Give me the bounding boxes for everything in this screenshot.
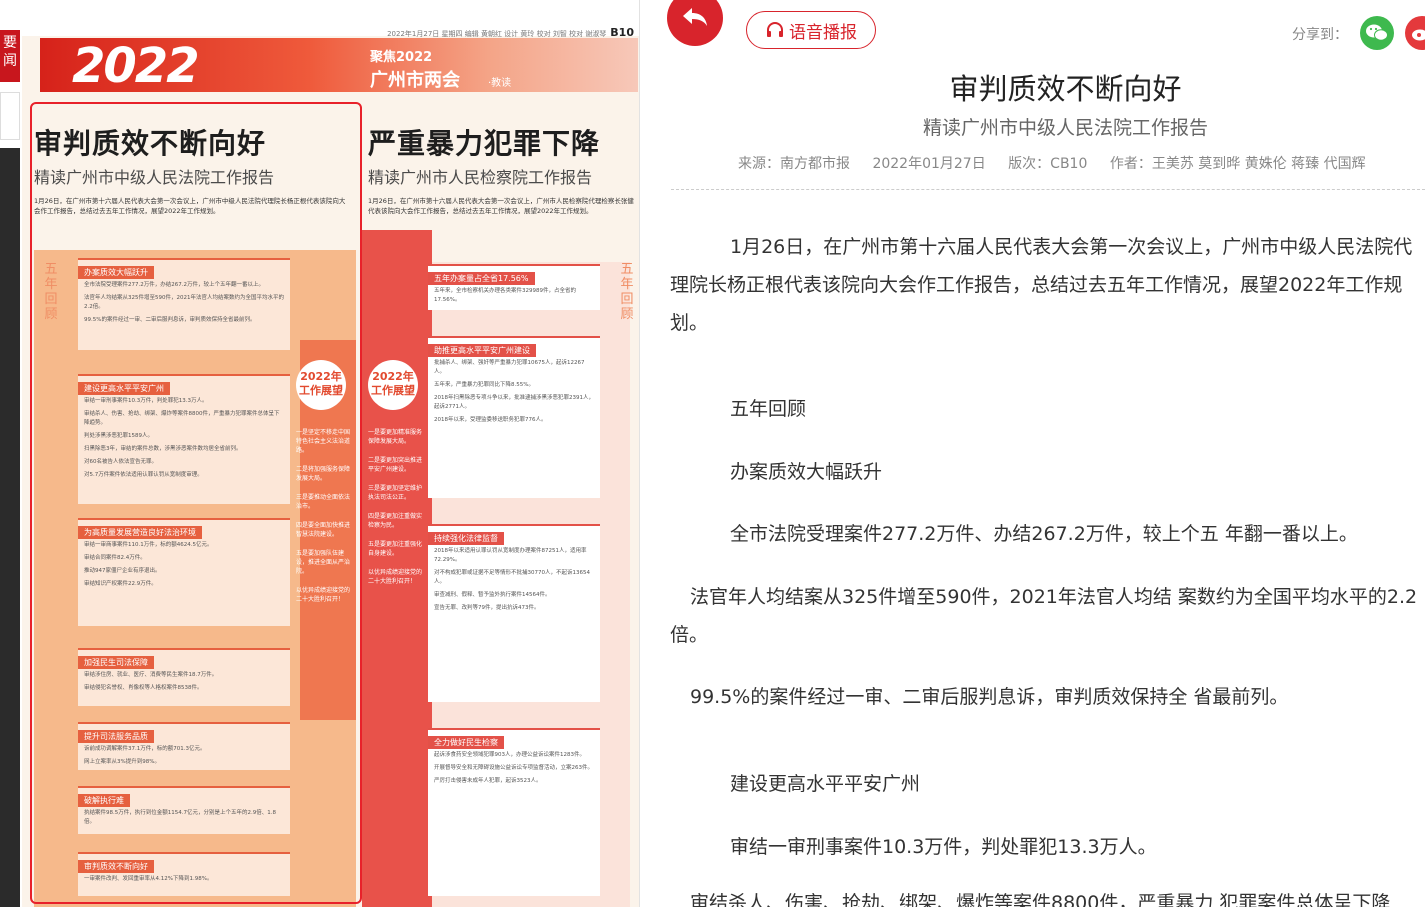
section-line: 五年来，全市检察机关办理各类案件329989件，占全省的17.56%。	[434, 288, 576, 303]
section-line: 2018年以来，受理监委移送职务犯罪776人。	[434, 417, 547, 423]
paper-banner: 2022 聚焦2022 广州市两会 ·教读	[40, 38, 638, 94]
right-section-2: 助推更高水平平安广州建设 批捕杀人、绑架、强奸等严重暴力犯罪10675人，起诉1…	[428, 336, 600, 498]
article-paragraph: 法官年人均结案从325件增至590件，2021年法官人均结 案数约为全国平均水平…	[670, 586, 1418, 646]
banner-subtitle-reading: ·教读	[488, 78, 512, 89]
section-line: 五年来，严重暴力犯罪同比下降8.55%。	[434, 382, 534, 388]
section-line: 对不构成犯罪或证据不足等情形不批捕30770人，不起诉13654人。	[434, 570, 590, 585]
article-section-heading: 办案质效大幅跃升	[730, 461, 883, 483]
weibo-icon	[1412, 29, 1425, 41]
paper-header: 2022年1月27日 星期四 编辑 黄朝红 设计 黄玲 校对 刘智 校对 谢淑琴…	[22, 0, 639, 39]
right-section-1: 五年办案量占全省17.56% 五年来，全市检察机关办理各类案件329989件，占…	[428, 264, 600, 310]
article-meta: 来源：南方都市报 2022年01月27日 版次：CB10 作者：王美苏 莫到晔 …	[738, 153, 1384, 173]
banner-subtitle-sessions: 广州市两会	[370, 70, 460, 91]
article-subtitle: 精读广州市中级人民法院工作报告	[922, 117, 1208, 139]
right-headline: 严重暴力犯罪下降	[368, 127, 601, 160]
wechat-icon	[1366, 24, 1388, 41]
section-heading: 五年办案量占全省17.56%	[428, 272, 535, 285]
nav-tab-news[interactable]: 要闻	[0, 30, 20, 82]
nav-tab-blank[interactable]	[0, 92, 20, 140]
back-arrow-icon	[683, 8, 707, 26]
meta-edition: 版次：CB10	[1008, 156, 1088, 172]
section-line: 2018年扫黑除恶专项斗争以来，批准逮捕涉黑涉恶犯罪2391人，起诉2771人。	[434, 395, 594, 410]
section-line: 审查减刑、假释、暂予监外执行案件14564件。	[434, 592, 551, 598]
right-outlook-badge: 2022年工作展望	[368, 360, 418, 410]
meta-authors: 作者：王美苏 莫到晔 黄姝伦 蒋臻 代国辉	[1109, 156, 1366, 172]
right-section-3: 持续强化法律监督 2018年以来适用认罪认罚从宽制度办理案件87251人，适用率…	[428, 524, 600, 702]
banner-subtitle-focus: 聚焦2022	[370, 50, 433, 65]
article-section-heading: 五年回顾	[730, 398, 807, 420]
outlook-note: 四是要更加注重做实检察为民。	[368, 513, 423, 529]
back-button[interactable]	[667, 0, 723, 46]
outlook-note: 五是要更加注重强化自身建设。	[368, 541, 423, 557]
left-nav-dark-panel	[0, 148, 20, 907]
right-outlook-notes: 一是要更加精准服务保障发展大局。 二是要更加突出推进平安广州建设。 三是要更加坚…	[368, 428, 422, 586]
section-line: 宣告无罪、改判等79件，提出抗诉473件。	[434, 605, 540, 611]
right-article-column: 严重暴力犯罪下降 精读广州市人民检察院工作报告 1月26日，在广州市第十六届人民…	[368, 122, 638, 216]
section-heading: 助推更高水平平安广州建设	[428, 344, 536, 357]
meta-date: 2022年01月27日	[872, 156, 986, 172]
article-paragraph: 审结一审刑事案件10.3万件，判处罪犯13.3万人。	[730, 836, 1157, 858]
outlook-note: 二是要更加突出推进平安广州建设。	[368, 457, 423, 473]
article-paragraph: 1月26日，在广州市第十六届人民代表大会第一次会议上，广州市中级人民法院代理院长…	[670, 236, 1413, 334]
outlook-note: 一是要更加精准服务保障发展大局。	[368, 429, 423, 445]
share-wechat-button[interactable]	[1360, 16, 1394, 50]
article-panel: 语音播报 分享到： 审判质效不断向好 精读广州市中级人民法院工作报告 来源：南方…	[641, 0, 1425, 907]
article-title: 审判质效不断向好	[949, 72, 1182, 106]
article-highlight-box[interactable]	[30, 102, 362, 904]
voice-broadcast-label: 语音播报	[789, 22, 857, 43]
section-line: 批捕杀人、绑架、强奸等严重暴力犯罪10675人，起诉12267人。	[434, 360, 585, 375]
section-line: 2018年以来适用认罪认罚从宽制度办理案件87251人，适用率72.29%。	[434, 548, 587, 563]
section-line: 开展督导安全和无障碍设施公益诉讼专项监督活动，立案263件。	[434, 765, 593, 771]
article-paragraph: 99.5%的案件经过一审、二审后服判息诉，审判质效保持全 省最前列。	[690, 686, 1289, 708]
section-line: 起诉涉食药安全领域犯罪903人，办理公益诉讼案件1283件。	[434, 752, 585, 758]
left-nav-strip: 要闻	[0, 0, 20, 907]
right-subheadline: 精读广州市人民检察院工作报告	[368, 168, 593, 187]
banner-year: 2022	[72, 38, 200, 94]
right-lead-text: 1月26日，在广州市第十六届人民代表大会第一次会议上，广州市人民检察院代理检察长…	[368, 197, 634, 215]
outlook-note: 三是要更加坚定维护执法司法公正。	[368, 485, 423, 501]
meta-divider	[671, 189, 1425, 190]
article-paragraph: 审结杀人、伤害、抢劫、绑架、爆炸等案件8800件，严重暴力 犯罪案件总体呈下降	[690, 892, 1391, 907]
headphones-icon	[767, 22, 783, 37]
right-section-4: 全力做好民生检察 起诉涉食药安全领域犯罪903人，办理公益诉讼案件1283件。 …	[428, 728, 600, 896]
share-weibo-button[interactable]	[1405, 16, 1425, 50]
article-paragraph: 全市法院受理案件277.2万件、办结267.2万件，较上个五 年翻一番以上。	[730, 523, 1358, 545]
section-heading: 全力做好民生检察	[428, 736, 504, 749]
section-heading: 持续强化法律监督	[428, 532, 504, 545]
article-section-heading: 建设更高水平平安广州	[730, 773, 921, 795]
right-vertical-label: 五年回顾	[620, 262, 634, 322]
share-label: 分享到：	[1292, 27, 1348, 43]
outlook-note: 以优异成绩迎接党的二十大胜利召开！	[368, 569, 423, 585]
section-line: 严厉打击侵害未成年人犯罪，起诉3523人。	[434, 778, 542, 784]
voice-broadcast-button[interactable]: 语音播报	[746, 11, 876, 49]
meta-source: 来源：南方都市报	[738, 156, 850, 172]
